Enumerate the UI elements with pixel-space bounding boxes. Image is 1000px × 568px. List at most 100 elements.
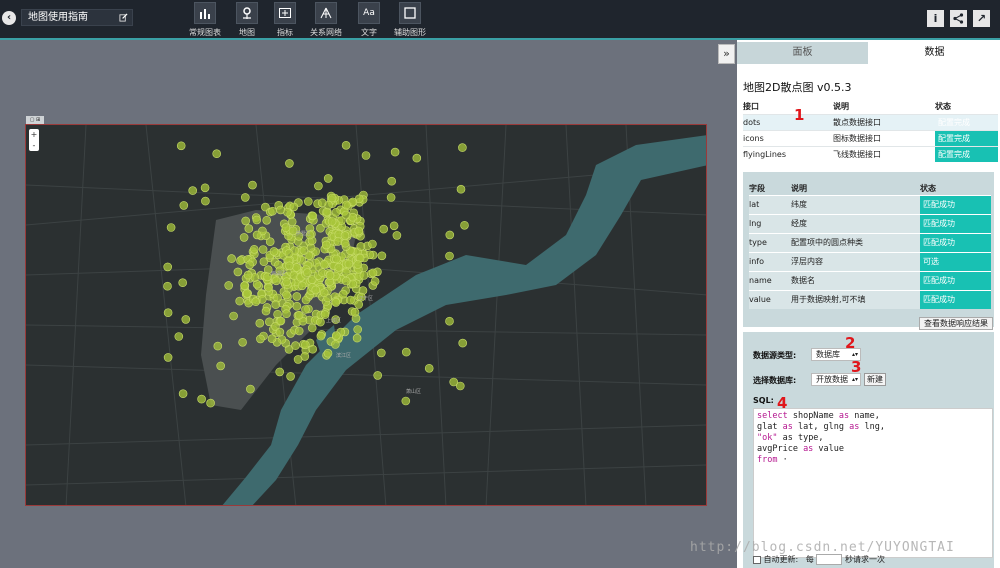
scatter-dot[interactable] — [352, 333, 362, 343]
scatter-dot[interactable] — [201, 196, 210, 206]
scatter-dot[interactable] — [344, 259, 354, 269]
map-scatter-canvas[interactable]: 拱墅区 上城区 江干区 滨江区 萧山区 西湖区 + - — [25, 124, 707, 506]
scatter-dot[interactable] — [289, 202, 299, 212]
scatter-dot[interactable] — [370, 277, 380, 286]
scatter-dot[interactable] — [350, 307, 360, 317]
scatter-dot[interactable] — [276, 316, 286, 326]
scatter-dot[interactable] — [308, 211, 318, 221]
scatter-dot[interactable] — [292, 292, 302, 301]
scatter-dot[interactable] — [292, 301, 302, 311]
scatter-dot[interactable] — [314, 181, 323, 191]
zoom-in-button[interactable]: + — [29, 129, 39, 140]
table-row[interactable]: dots 散点数据接口 配置完成 — [743, 113, 998, 130]
scatter-dot[interactable] — [276, 205, 285, 215]
scatter-dot[interactable] — [261, 306, 271, 316]
scatter-dot[interactable] — [401, 396, 411, 406]
scatter-dot[interactable] — [445, 230, 455, 240]
scatter-dot[interactable] — [401, 347, 411, 357]
scatter-dot[interactable] — [323, 174, 333, 183]
view-response-button[interactable]: 查看数据响应结果 — [919, 317, 993, 330]
scatter-dot[interactable] — [188, 186, 197, 195]
scatter-dot[interactable] — [252, 230, 262, 240]
scatter-dot[interactable] — [163, 353, 173, 362]
scatter-dot[interactable] — [458, 143, 467, 152]
scatter-dot[interactable] — [424, 364, 434, 373]
scatter-dot[interactable] — [332, 254, 341, 264]
scatter-dot[interactable] — [235, 296, 244, 306]
scatter-dot[interactable] — [341, 210, 351, 220]
zoom-control[interactable]: + - — [29, 129, 39, 151]
scatter-dot[interactable] — [229, 311, 238, 321]
scatter-dot[interactable] — [256, 334, 265, 344]
scatter-dot[interactable] — [308, 344, 318, 354]
tool-shapes[interactable]: 辅助图形 — [388, 2, 432, 38]
scatter-dot[interactable] — [316, 331, 326, 341]
scatter-dot[interactable] — [264, 283, 273, 292]
scatter-dot[interactable] — [240, 281, 249, 290]
new-database-button[interactable]: 新建 — [864, 373, 886, 386]
scatter-dot[interactable] — [286, 372, 295, 381]
scatter-dot[interactable] — [166, 223, 176, 232]
scatter-dot[interactable] — [297, 281, 307, 291]
scatter-dot[interactable] — [272, 276, 281, 286]
fullscreen-icon[interactable]: ↗ — [973, 10, 990, 27]
scatter-dot[interactable] — [291, 341, 300, 350]
double-chevron-right-icon[interactable]: » — [718, 44, 735, 64]
scatter-dot[interactable] — [178, 278, 187, 287]
scatter-dot[interactable] — [243, 270, 253, 280]
edit-icon[interactable] — [119, 13, 128, 22]
info-icon[interactable]: i — [927, 10, 944, 27]
scatter-dot[interactable] — [258, 245, 268, 254]
scatter-dot[interactable] — [242, 289, 252, 298]
scatter-dot[interactable] — [346, 295, 355, 305]
scatter-dot[interactable] — [331, 208, 341, 217]
scatter-dot[interactable] — [361, 151, 371, 160]
scatter-dot[interactable] — [392, 231, 402, 240]
scatter-dot[interactable] — [213, 341, 223, 351]
scatter-dot[interactable] — [311, 285, 321, 295]
scatter-dot[interactable] — [456, 184, 466, 194]
scatter-dot[interactable] — [259, 257, 269, 266]
scatter-dot[interactable] — [267, 334, 277, 343]
scatter-dot[interactable] — [353, 325, 363, 334]
scatter-dot[interactable] — [458, 338, 468, 348]
scatter-dot[interactable] — [179, 201, 189, 210]
scatter-dot[interactable] — [293, 355, 303, 364]
auto-update-checkbox[interactable] — [753, 555, 761, 564]
scatter-dot[interactable] — [238, 338, 247, 347]
scatter-dot[interactable] — [176, 141, 186, 151]
scatter-dot[interactable] — [368, 239, 377, 249]
scatter-dot[interactable] — [252, 215, 262, 225]
scatter-dot[interactable] — [299, 246, 309, 255]
scatter-dot[interactable] — [287, 217, 297, 227]
scatter-dot[interactable] — [333, 237, 343, 246]
scatter-dot[interactable] — [163, 281, 172, 291]
scatter-dot[interactable] — [200, 183, 210, 193]
scatter-dot[interactable] — [282, 309, 291, 318]
scatter-dot[interactable] — [275, 367, 284, 377]
scatter-dot[interactable] — [212, 149, 221, 159]
scatter-dot[interactable] — [455, 381, 465, 391]
scatter-dot[interactable] — [303, 197, 313, 206]
scatter-dot[interactable] — [236, 256, 245, 265]
scatter-dot[interactable] — [227, 254, 236, 263]
scatter-dot[interactable] — [303, 268, 312, 277]
scatter-dot[interactable] — [325, 271, 335, 280]
tab-panel[interactable]: 面板 — [737, 42, 868, 64]
scatter-dot[interactable] — [233, 267, 243, 277]
scatter-dot[interactable] — [255, 318, 265, 328]
scatter-dot[interactable] — [248, 180, 257, 190]
tool-text[interactable]: Aa 文字 — [347, 2, 391, 38]
scatter-dot[interactable] — [282, 290, 291, 300]
scatter-dot[interactable] — [249, 245, 259, 254]
scatter-dot[interactable] — [331, 298, 341, 307]
scatter-dot[interactable] — [316, 317, 325, 327]
dashboard-title-box[interactable]: 地图使用指南 — [21, 9, 133, 26]
scatter-dot[interactable] — [389, 221, 399, 231]
scatter-dot[interactable] — [206, 398, 215, 408]
tool-charts[interactable]: 常规图表 — [183, 2, 227, 38]
scatter-dot[interactable] — [377, 251, 387, 261]
scatter-dot[interactable] — [319, 288, 329, 297]
scatter-dot[interactable] — [292, 263, 301, 272]
scatter-dot[interactable] — [341, 276, 351, 286]
